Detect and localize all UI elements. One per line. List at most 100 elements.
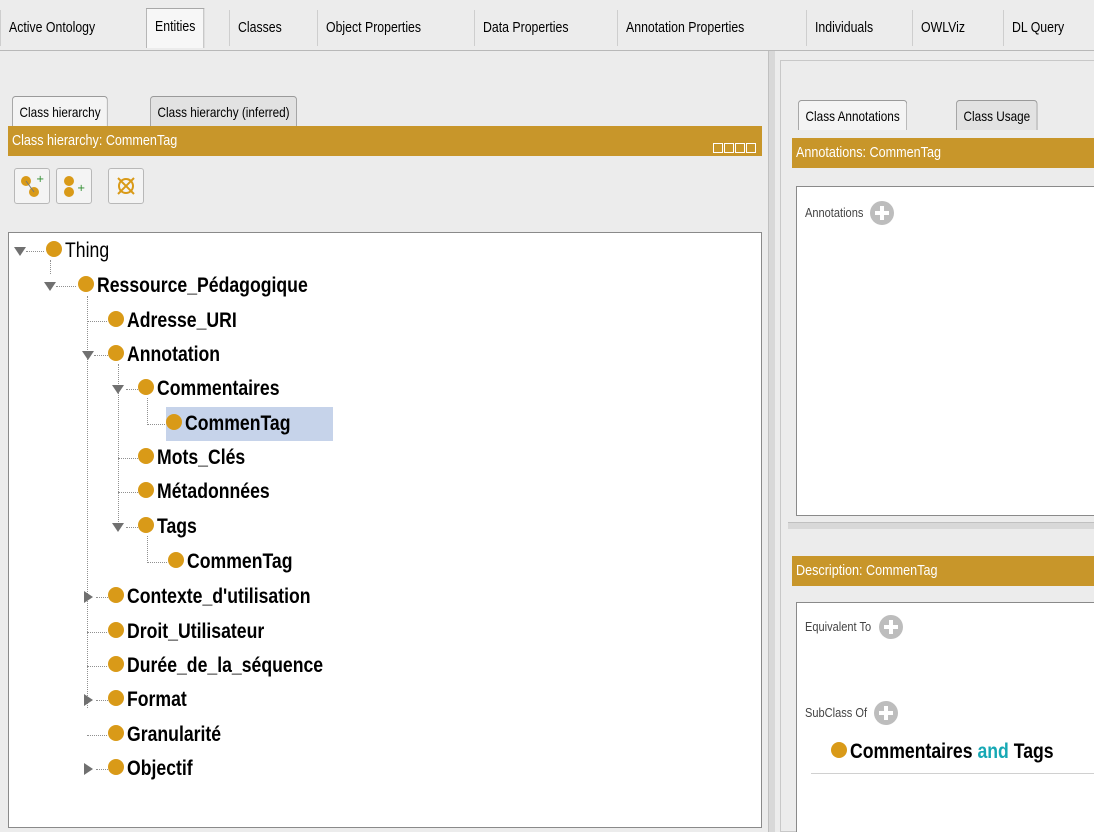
delete-class-icon <box>117 177 135 195</box>
description-header: Description: CommenTag <box>792 556 1094 586</box>
class-icon <box>138 517 154 534</box>
tab-entities[interactable]: Entities <box>146 8 205 48</box>
class-icon <box>108 690 124 707</box>
description-area: Equivalent To SubClass Of Commentaires a… <box>796 602 1094 832</box>
tree-connector <box>118 458 138 459</box>
svg-text:+: + <box>77 183 85 194</box>
tab-individuals[interactable]: Individuals <box>806 10 881 46</box>
class-icon <box>108 759 124 776</box>
add-equivalent-icon[interactable] <box>879 615 904 639</box>
class-icon <box>168 552 184 569</box>
tree-node-objectif[interactable]: Objectif <box>108 752 205 786</box>
subclass-operand-commentaires: Commentaires <box>850 740 973 763</box>
tree-node-commentaires[interactable]: Commentaires <box>138 372 303 406</box>
add-subclass-icon: + <box>21 174 44 197</box>
view-controls-icon[interactable] <box>712 134 756 153</box>
divider <box>811 773 1094 774</box>
subclass-expression[interactable]: Commentaires and Tags <box>831 735 1092 769</box>
class-icon <box>138 379 154 396</box>
class-icon <box>108 345 124 362</box>
tree-node-tags[interactable]: Tags <box>138 510 204 544</box>
class-icon <box>108 656 124 673</box>
tree-connector <box>147 424 167 425</box>
equivalent-to-row: Equivalent To <box>805 615 904 639</box>
tree-node-commentag[interactable]: CommenTag <box>168 545 313 579</box>
description-title: Description: CommenTag <box>796 562 938 579</box>
splitter[interactable] <box>768 51 775 832</box>
class-hierarchy-header: Class hierarchy: CommenTag <box>8 126 762 156</box>
and-keyword: and <box>977 740 1009 763</box>
tree-node-metadonnees[interactable]: Métadonnées <box>138 475 291 509</box>
annotations-area: Annotations <box>796 186 1094 516</box>
add-annotation-icon[interactable] <box>870 201 895 225</box>
class-icon <box>108 311 124 328</box>
tree-node-annotation[interactable]: Annotation <box>108 338 238 372</box>
tree-connector <box>87 666 107 667</box>
collapse-toggle-tags[interactable] <box>112 523 124 532</box>
annotations-label: Annotations <box>805 205 864 221</box>
annotations-header: Annotations: CommenTag <box>792 138 1094 168</box>
collapse-toggle-annotation[interactable] <box>82 351 94 360</box>
class-icon <box>138 448 154 465</box>
delete-class-button[interactable] <box>108 168 144 204</box>
tree-connector <box>87 632 107 633</box>
tree-connector <box>118 492 138 493</box>
collapse-toggle-commentaires[interactable] <box>112 385 124 394</box>
tab-class-usage[interactable]: Class Usage <box>956 100 1038 130</box>
add-sibling-button[interactable]: + <box>56 168 92 204</box>
tab-classes[interactable]: Classes <box>229 10 290 46</box>
expand-toggle-format[interactable] <box>84 694 93 706</box>
equivalent-to-label: Equivalent To <box>805 619 872 635</box>
collapse-toggle-thing[interactable] <box>14 247 26 256</box>
subclass-of-label: SubClass Of <box>805 705 868 721</box>
main-tab-bar: Active Ontology Entities Classes Object … <box>0 0 1094 51</box>
add-subclass-button[interactable]: + <box>14 168 50 204</box>
tree-connector <box>147 562 167 563</box>
class-icon <box>46 241 62 258</box>
tree-node-format[interactable]: Format <box>108 683 198 717</box>
tab-class-hierarchy[interactable]: Class hierarchy <box>12 96 109 126</box>
annotations-title: Annotations: CommenTag <box>796 144 941 161</box>
class-hierarchy-title: Class hierarchy: CommenTag <box>12 132 178 149</box>
class-icon <box>108 587 124 604</box>
tab-owlviz[interactable]: OWLViz <box>912 10 973 46</box>
tree-node-thing[interactable]: Thing <box>46 234 118 268</box>
splitter[interactable] <box>788 522 1094 529</box>
tree-node-commentag-selected[interactable]: CommenTag <box>166 407 333 441</box>
tree-node-mots-cles[interactable]: Mots_Clés <box>138 441 262 475</box>
tab-data-properties[interactable]: Data Properties <box>474 10 577 46</box>
add-superclass-icon[interactable] <box>874 701 899 725</box>
expand-toggle-objectif[interactable] <box>84 763 93 775</box>
subclass-of-row: SubClass Of <box>805 701 899 725</box>
tree-connector <box>87 735 107 736</box>
tab-object-properties[interactable]: Object Properties <box>317 10 429 46</box>
class-icon <box>166 414 182 431</box>
tree-node-droit-utilisateur[interactable]: Droit_Utilisateur <box>108 615 290 649</box>
collapse-toggle-ressource[interactable] <box>44 282 56 291</box>
subclass-operand-tags: Tags <box>1013 740 1054 763</box>
class-icon <box>831 742 847 759</box>
expand-toggle-contexte[interactable] <box>84 591 93 603</box>
svg-text:+: + <box>36 174 44 185</box>
tab-annotation-properties[interactable]: Annotation Properties <box>617 10 753 46</box>
add-sibling-icon: + <box>64 176 85 197</box>
tree-connector <box>96 769 108 770</box>
tree-connector <box>87 321 107 322</box>
tab-active-ontology[interactable]: Active Ontology <box>0 10 103 46</box>
tab-class-annotations[interactable]: Class Annotations <box>798 100 908 130</box>
tab-dl-query[interactable]: DL Query <box>1003 10 1072 46</box>
annotations-row: Annotations <box>805 201 895 225</box>
class-icon <box>78 276 94 293</box>
tree-node-adresse-uri[interactable]: Adresse_URI <box>108 304 258 338</box>
tree-node-contexte-utilisation[interactable]: Contexte_d'utilisation <box>108 580 346 614</box>
tree-connector <box>94 355 108 356</box>
tree-connector <box>26 251 44 252</box>
tree-node-granularite[interactable]: Granularité <box>108 718 239 752</box>
tab-class-hierarchy-inferred[interactable]: Class hierarchy (inferred) <box>150 96 298 126</box>
class-icon <box>138 482 154 499</box>
tree-node-duree-sequence[interactable]: Durée_de_la_séquence <box>108 649 360 683</box>
tree-connector <box>126 389 138 390</box>
tree-connector <box>126 527 138 528</box>
tree-connector <box>96 597 108 598</box>
tree-node-ressource-pedagogique[interactable]: Ressource_Pédagogique <box>78 269 348 303</box>
